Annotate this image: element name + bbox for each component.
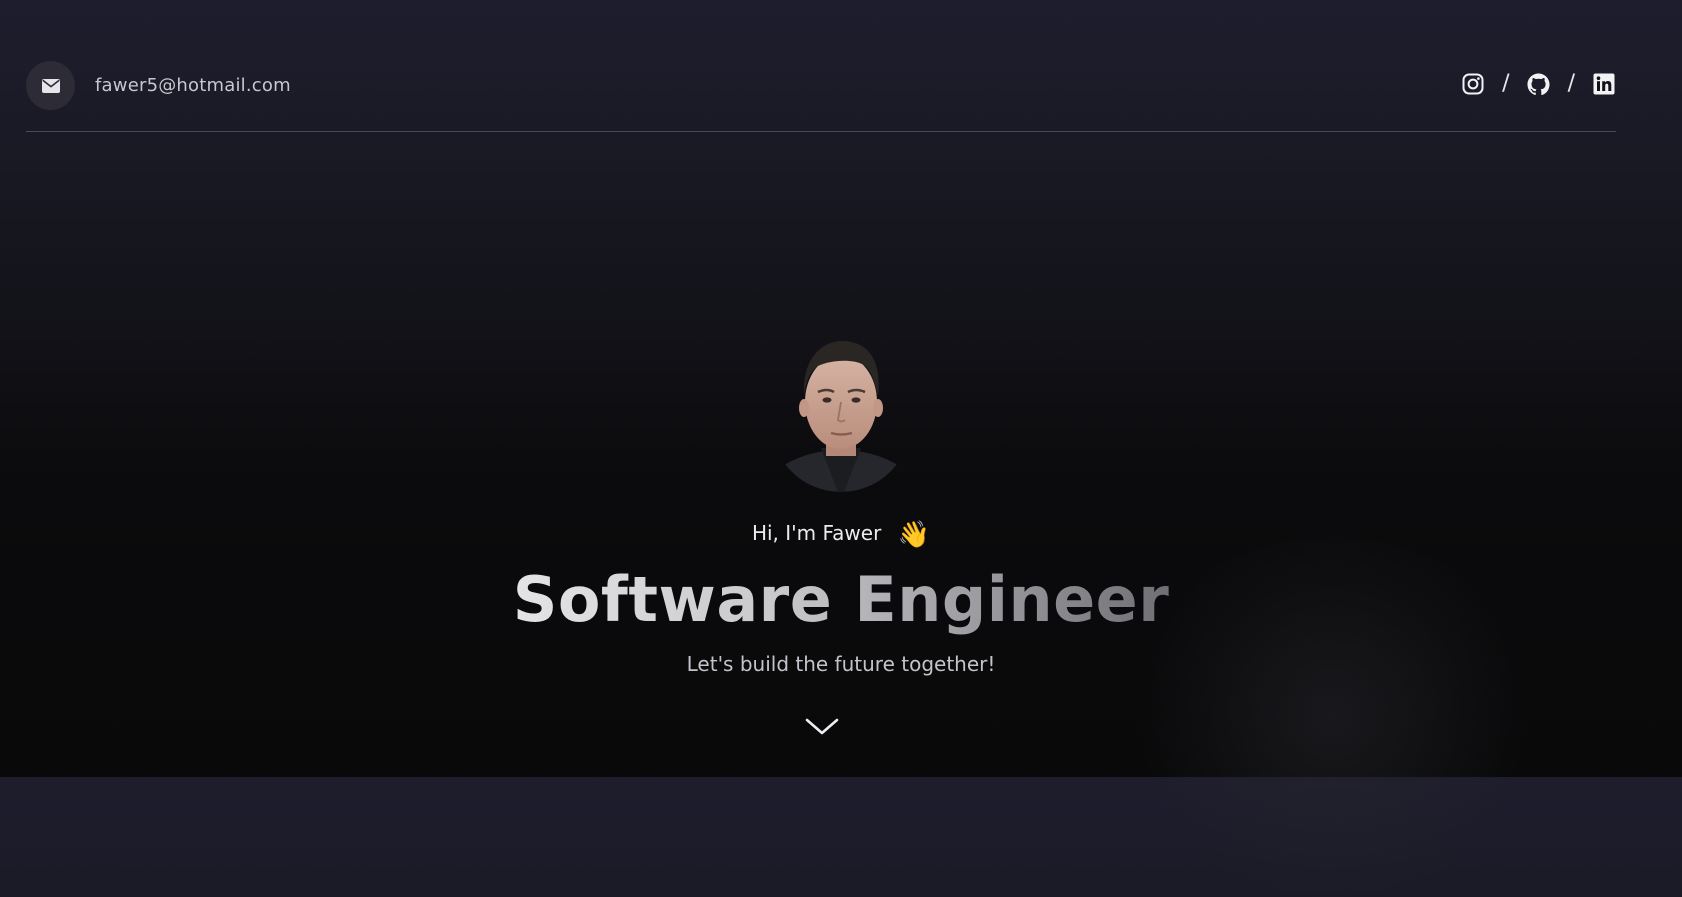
instagram-link[interactable]	[1461, 72, 1485, 96]
avatar-portrait	[771, 340, 911, 492]
email-address: fawer5@hotmail.com	[95, 75, 291, 96]
linkedin-link[interactable]	[1592, 72, 1616, 96]
separator: /	[1567, 71, 1575, 96]
envelope-icon	[41, 78, 60, 93]
github-icon	[1527, 72, 1550, 95]
mail-icon-container	[26, 61, 75, 110]
instagram-icon	[1462, 73, 1484, 95]
hero-title-text: Software Engineer	[512, 563, 1170, 636]
hero-subtitle: Let's build the future together!	[686, 652, 996, 676]
greeting-line: Hi, I'm Fawer 👋	[0, 520, 1682, 550]
chevron-down-icon	[805, 718, 839, 735]
waving-hand-icon: 👋	[897, 520, 931, 550]
scroll-down-button[interactable]	[805, 717, 839, 737]
linkedin-icon	[1593, 73, 1615, 95]
top-bar: fawer5@hotmail.com / /	[26, 0, 1616, 132]
hero-title: Software Engineer	[0, 560, 1682, 640]
email-link[interactable]: fawer5@hotmail.com	[26, 61, 291, 110]
github-link[interactable]	[1527, 72, 1551, 96]
social-links: / /	[1461, 72, 1616, 96]
greeting-text: Hi, I'm Fawer	[751, 521, 882, 545]
separator: /	[1502, 71, 1510, 96]
profile-photo	[766, 330, 916, 500]
